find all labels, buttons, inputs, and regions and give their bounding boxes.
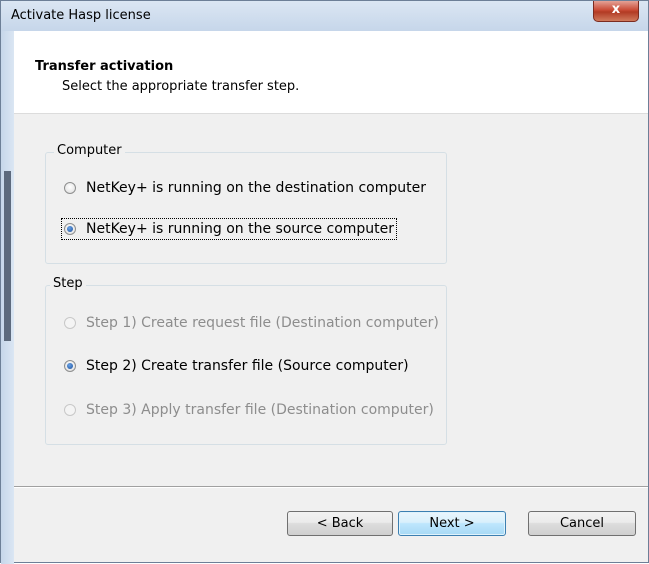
computer-group-label: Computer [54, 143, 125, 158]
step-groupbox: Step Step 1) Create request file (Destin… [45, 276, 447, 445]
close-button[interactable]: x [593, 1, 639, 22]
computer-groupbox: Computer NetKey+ is running on the desti… [45, 143, 447, 264]
radio-step-3: Step 3) Apply transfer file (Destination… [64, 402, 434, 418]
radio-destination-label[interactable]: NetKey+ is running on the destination co… [86, 180, 426, 196]
radio-button-disabled-icon [64, 317, 76, 329]
header-subtitle: Select the appropriate transfer step. [62, 79, 300, 94]
cancel-button[interactable]: Cancel [528, 511, 636, 536]
wizard-header: Transfer activation Select the appropria… [14, 31, 648, 114]
radio-button-icon[interactable] [64, 182, 76, 194]
radio-step-1: Step 1) Create request file (Destination… [64, 315, 439, 331]
close-icon: x [611, 2, 621, 17]
radio-step-2[interactable]: Step 2) Create transfer file (Source com… [64, 358, 409, 374]
window-title: Activate Hasp license [11, 8, 151, 23]
window-left-frame [1, 31, 14, 564]
radio-source-label[interactable]: NetKey+ is running on the source compute… [86, 221, 394, 237]
title-bar[interactable]: Activate Hasp license x [1, 1, 648, 31]
frame-scroll-thumb [4, 171, 11, 341]
radio-source-computer[interactable]: NetKey+ is running on the source compute… [60, 218, 398, 240]
header-title: Transfer activation [35, 59, 174, 74]
back-button[interactable]: < Back [287, 511, 393, 536]
step-3-label: Step 3) Apply transfer file (Destination… [86, 402, 434, 418]
radio-button-checked-icon[interactable] [64, 223, 76, 235]
radio-button-checked-icon[interactable] [64, 360, 76, 372]
step-2-label[interactable]: Step 2) Create transfer file (Source com… [86, 358, 409, 374]
step-1-label: Step 1) Create request file (Destination… [86, 315, 439, 331]
radio-destination-computer[interactable]: NetKey+ is running on the destination co… [64, 180, 426, 196]
step-group-label: Step [50, 276, 86, 291]
activate-hasp-license-dialog: Activate Hasp license x Transfer activat… [0, 0, 649, 564]
next-button[interactable]: Next > [398, 511, 506, 536]
radio-button-disabled-icon [64, 404, 76, 416]
footer-separator [14, 486, 648, 488]
